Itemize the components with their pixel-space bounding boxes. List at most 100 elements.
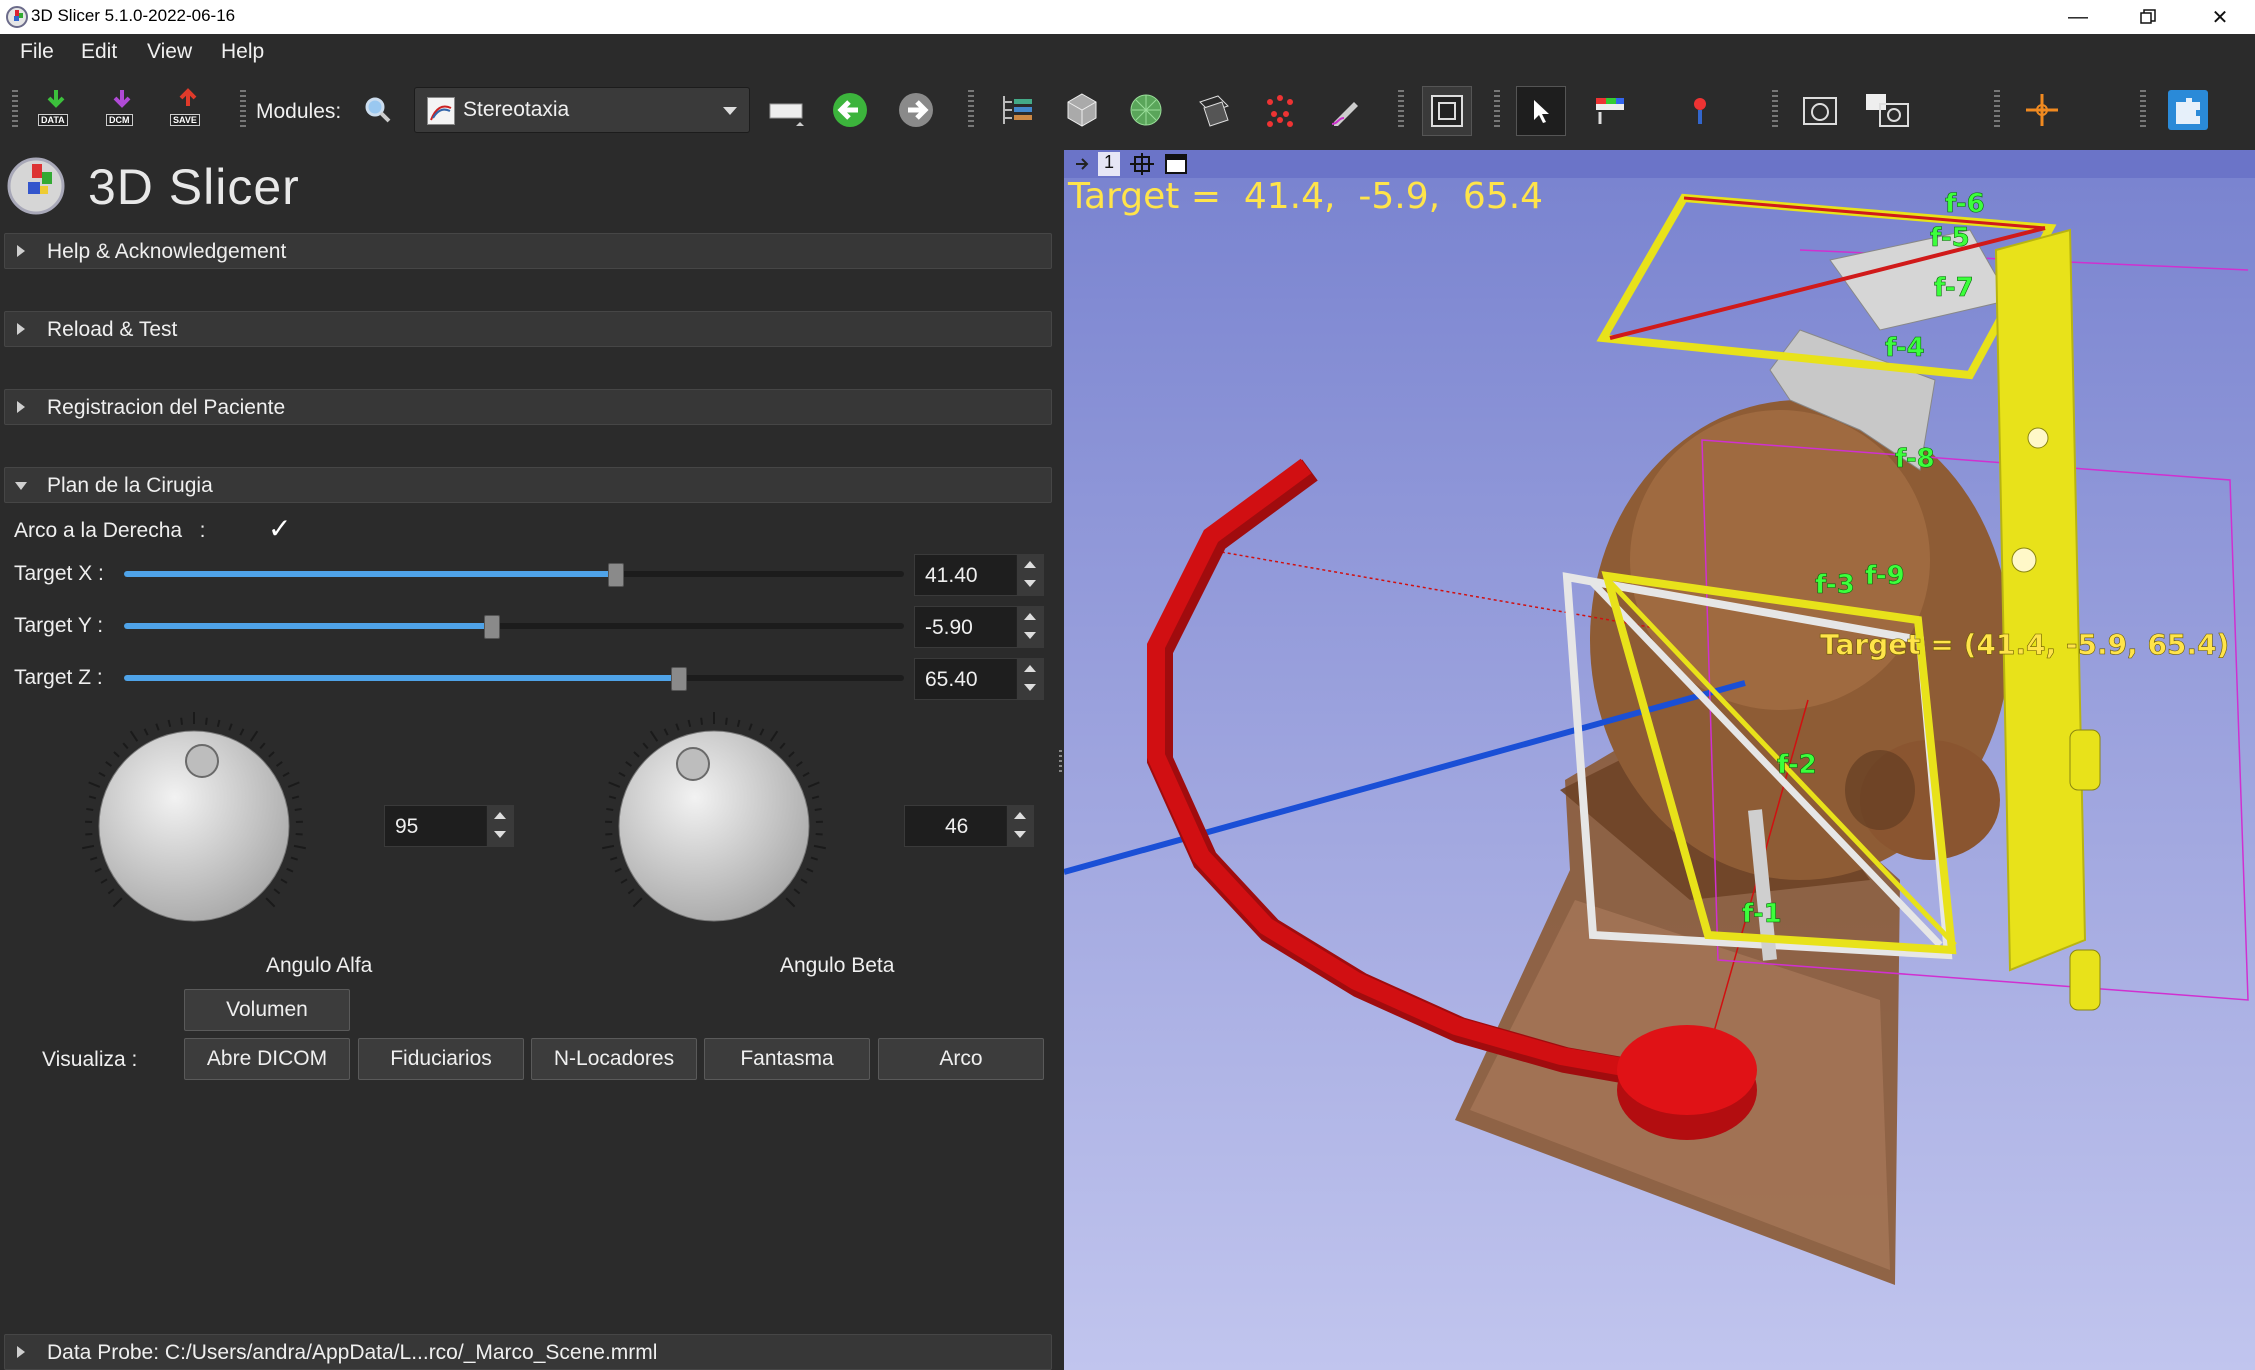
arco-derecha-checkbox[interactable]: ✓ xyxy=(268,515,296,543)
segment-editor-button[interactable] xyxy=(1322,86,1370,134)
volumes-module-button[interactable] xyxy=(1058,86,1106,134)
select-mode-button[interactable] xyxy=(1516,86,1566,136)
screenshot-button[interactable] xyxy=(1796,86,1844,134)
section-reload[interactable]: Reload & Test xyxy=(4,311,1052,347)
dial-tick xyxy=(736,719,741,728)
module-history-button[interactable] xyxy=(762,86,810,134)
transforms-module-button[interactable] xyxy=(1190,86,1238,134)
target-x-value: 41.40 xyxy=(925,564,978,587)
volumen-button[interactable]: Volumen xyxy=(184,989,350,1031)
toolbar-grip[interactable] xyxy=(1494,90,1500,130)
target-x-spinbox[interactable]: 41.40 xyxy=(914,554,1044,596)
angulo-alfa-label: Angulo Alfa xyxy=(266,954,373,977)
window-level-button[interactable] xyxy=(1586,86,1634,134)
angulo-beta-label: Angulo Beta xyxy=(780,954,895,977)
module-selector[interactable]: Stereotaxia xyxy=(414,87,750,133)
arco-button[interactable]: Arco xyxy=(878,1038,1044,1080)
target-y-stepper[interactable] xyxy=(1016,607,1043,647)
previous-module-button[interactable] xyxy=(826,86,874,134)
toolbar-grip[interactable] xyxy=(12,90,18,130)
target-z-slider-fill xyxy=(124,675,678,681)
extensions-button[interactable] xyxy=(2164,86,2212,134)
section-reload-label: Reload & Test xyxy=(47,318,178,341)
data-probe[interactable]: Data Probe: C:/Users/andra/AppData/L...r… xyxy=(4,1334,1052,1370)
target-y-slider[interactable] xyxy=(124,623,904,629)
dial-tick xyxy=(81,844,95,850)
target-x-slider-handle[interactable] xyxy=(608,563,625,587)
dial-tick xyxy=(724,717,728,725)
place-fiducial-button[interactable] xyxy=(1676,86,1724,134)
menu-edit[interactable]: Edit xyxy=(81,40,117,64)
dial-tick xyxy=(113,751,120,758)
scene-view-button[interactable] xyxy=(1864,86,1912,134)
3d-view[interactable]: f-1 f-2 f-3 f-4 f-5 f-6 f-7 f-8 f-9 Targ… xyxy=(1064,178,2255,1370)
dial-tick xyxy=(605,833,613,836)
angulo-beta-stepper[interactable] xyxy=(1006,806,1033,846)
angulo-beta-dial[interactable] xyxy=(599,711,829,941)
markups-module-button[interactable] xyxy=(1256,86,1304,134)
angulo-beta-spinbox[interactable]: 46 xyxy=(904,805,1034,847)
fiduciarios-button[interactable]: Fiduciarios xyxy=(358,1038,524,1080)
mouse-pointer-icon xyxy=(1534,100,1549,123)
toolbar-grip[interactable] xyxy=(1398,90,1404,130)
target-y-slider-handle[interactable] xyxy=(483,615,500,639)
section-registration[interactable]: Registracion del Paciente xyxy=(4,389,1052,425)
data-probe-text: Data Probe: C:/Users/andra/AppData/L...r… xyxy=(47,1341,658,1364)
menu-help[interactable]: Help xyxy=(221,40,264,64)
chevron-right-icon xyxy=(17,323,25,335)
target-z-spinbox[interactable]: 65.40 xyxy=(914,658,1044,700)
fantasma-button[interactable]: Fantasma xyxy=(704,1038,870,1080)
angulo-alfa-dial[interactable] xyxy=(79,711,309,941)
spin-down-icon xyxy=(1024,632,1036,639)
frame-red-line xyxy=(1683,196,2046,230)
dial-tick xyxy=(779,742,786,750)
layout-icon xyxy=(1431,95,1463,127)
toolbar-grip[interactable] xyxy=(1772,90,1778,130)
center-view-icon[interactable] xyxy=(1130,153,1154,175)
data-module-button[interactable] xyxy=(994,86,1042,134)
restore-button[interactable] xyxy=(2118,0,2178,34)
dial-tick xyxy=(608,781,621,788)
maximize-view-icon[interactable] xyxy=(1164,153,1188,175)
window-level-icon xyxy=(1596,98,1624,124)
pin-icon[interactable] xyxy=(1074,156,1092,172)
target-z-slider-handle[interactable] xyxy=(670,667,687,691)
dial-tick xyxy=(815,833,823,836)
toolbar-grip[interactable] xyxy=(1994,90,2000,130)
toolbar-grip[interactable] xyxy=(240,90,246,130)
n-locadores-button[interactable]: N-Locadores xyxy=(531,1038,697,1080)
dial-tick xyxy=(273,888,281,895)
abre-dicom-button[interactable]: Abre DICOM xyxy=(184,1038,350,1080)
spin-down-icon xyxy=(1014,831,1026,838)
3d-scene[interactable]: f-1 f-2 f-3 f-4 f-5 f-6 f-7 f-8 f-9 Targ… xyxy=(1064,178,2255,1370)
target-x-slider[interactable] xyxy=(124,571,904,577)
minimize-button[interactable]: — xyxy=(2048,0,2108,34)
module-search-button[interactable] xyxy=(354,86,402,134)
slicer-logo-icon xyxy=(7,157,65,215)
toolbar-grip[interactable] xyxy=(2140,90,2146,130)
dial-tick xyxy=(610,856,618,861)
crosshair-button[interactable] xyxy=(2018,86,2066,134)
target-z-stepper[interactable] xyxy=(1016,659,1043,699)
load-data-button[interactable]: DATA xyxy=(32,86,80,134)
dial-tick xyxy=(290,856,298,861)
target-y-spinbox[interactable]: -5.90 xyxy=(914,606,1044,648)
save-button[interactable]: SAVE xyxy=(164,86,212,134)
volume-cube-icon xyxy=(1067,93,1097,127)
dial-tick xyxy=(663,728,669,736)
next-module-button[interactable] xyxy=(892,86,940,134)
close-button[interactable]: ✕ xyxy=(2190,0,2250,34)
dial-tick xyxy=(86,807,94,812)
load-dicom-button[interactable]: DCM xyxy=(98,86,146,134)
models-module-button[interactable] xyxy=(1122,86,1170,134)
angulo-alfa-spinbox[interactable]: 95 xyxy=(384,805,514,847)
section-help[interactable]: Help & Acknowledgement xyxy=(4,233,1052,269)
menu-view[interactable]: View xyxy=(147,40,192,64)
target-x-stepper[interactable] xyxy=(1016,555,1043,595)
angulo-alfa-stepper[interactable] xyxy=(486,806,513,846)
toolbar-grip[interactable] xyxy=(968,90,974,130)
layout-button[interactable] xyxy=(1422,86,1472,136)
target-z-slider[interactable] xyxy=(124,675,904,681)
section-plan[interactable]: Plan de la Cirugia xyxy=(4,467,1052,503)
menu-file[interactable]: File xyxy=(20,40,54,64)
